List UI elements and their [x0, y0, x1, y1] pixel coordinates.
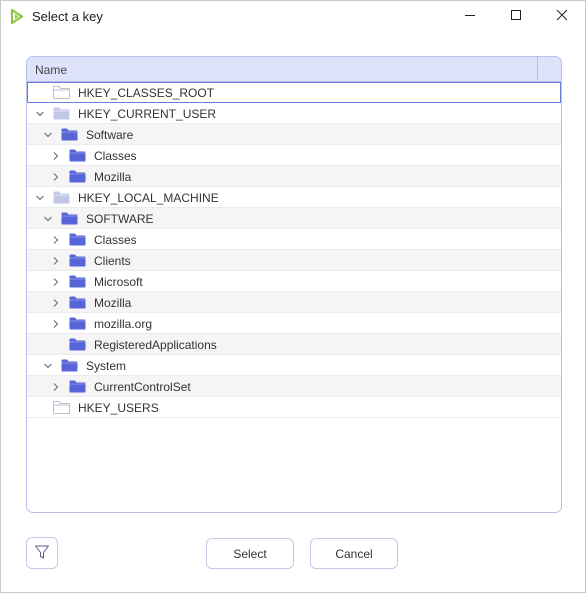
cancel-button[interactable]: Cancel [310, 538, 398, 569]
tree-row-label: Software [86, 128, 134, 142]
tree-row-label: Mozilla [94, 296, 132, 310]
maximize-icon [510, 9, 522, 24]
maximize-button[interactable] [493, 1, 539, 32]
tree-row-label: mozilla.org [94, 317, 153, 331]
select-button[interactable]: Select [206, 538, 294, 569]
chevron-down-icon[interactable] [35, 108, 45, 118]
tree-row[interactable]: HKEY_LOCAL_MACHINE [27, 187, 561, 208]
tree-row-label: HKEY_CURRENT_USER [78, 107, 217, 121]
folder-icon [69, 233, 86, 246]
folder-icon [69, 338, 86, 351]
tree-row[interactable]: Classes [27, 145, 561, 166]
tree-row-label: Classes [94, 233, 137, 247]
folder-icon [69, 170, 86, 183]
chevron-down-icon[interactable] [35, 192, 45, 202]
chevron-right-icon[interactable] [51, 318, 61, 328]
tree-row-label: RegisteredApplications [94, 338, 217, 352]
chevron-right-icon[interactable] [51, 276, 61, 286]
tree-row[interactable]: mozilla.org [27, 313, 561, 334]
tree-row[interactable]: SOFTWARE [27, 208, 561, 229]
folder-icon [69, 296, 86, 309]
tree-rows: HKEY_CLASSES_ROOT HKEY_CURRENT_USER Softwa… [27, 82, 561, 418]
tree-row-label: CurrentControlSet [94, 380, 191, 394]
app-logo-icon [10, 8, 24, 25]
dialog-window: Select a key Name HKEY_CLASSES_ROOT HKEY_… [0, 0, 586, 593]
folder-icon [53, 191, 70, 204]
minimize-icon [464, 9, 476, 24]
chevron-down-icon[interactable] [43, 129, 53, 139]
folder-icon [69, 275, 86, 288]
tree-row-label: System [86, 359, 127, 373]
minimize-button[interactable] [447, 1, 493, 32]
close-icon [556, 9, 568, 24]
folder-icon [69, 149, 86, 162]
tree-row[interactable]: HKEY_USERS [27, 397, 561, 418]
tree-row-label: HKEY_CLASSES_ROOT [78, 86, 215, 100]
folder-icon [61, 128, 78, 141]
tree-row[interactable]: Software [27, 124, 561, 145]
close-button[interactable] [539, 1, 585, 32]
tree-row-label: Microsoft [94, 275, 143, 289]
chevron-down-icon[interactable] [43, 213, 53, 223]
column-header-name[interactable]: Name [35, 63, 67, 77]
folder-icon [61, 212, 78, 225]
tree-row-label: HKEY_LOCAL_MACHINE [78, 191, 219, 205]
folder-icon [53, 401, 70, 414]
chevron-right-icon[interactable] [51, 381, 61, 391]
folder-icon [53, 86, 70, 99]
tree-row-label: Mozilla [94, 170, 132, 184]
chevron-right-icon[interactable] [51, 297, 61, 307]
chevron-right-icon[interactable] [51, 171, 61, 181]
chevron-right-icon[interactable] [51, 255, 61, 265]
column-separator[interactable] [537, 57, 538, 82]
tree-header: Name [27, 57, 561, 82]
chevron-right-icon[interactable] [51, 150, 61, 160]
tree-row-label: SOFTWARE [86, 212, 154, 226]
chevron-down-icon[interactable] [43, 360, 53, 370]
title-bar[interactable]: Select a key [1, 1, 585, 32]
tree-row[interactable]: HKEY_CLASSES_ROOT [27, 82, 561, 103]
tree-row[interactable]: HKEY_CURRENT_USER [27, 103, 561, 124]
tree-row[interactable]: CurrentControlSet [27, 376, 561, 397]
tree-row[interactable]: Mozilla [27, 166, 561, 187]
folder-icon [61, 359, 78, 372]
tree-row[interactable]: System [27, 355, 561, 376]
folder-icon [69, 317, 86, 330]
chevron-right-icon[interactable] [51, 234, 61, 244]
tree-row[interactable]: Microsoft [27, 271, 561, 292]
tree-row-label: HKEY_USERS [78, 401, 159, 415]
tree-row[interactable]: RegisteredApplications [27, 334, 561, 355]
folder-icon [53, 107, 70, 120]
folder-icon [69, 380, 86, 393]
tree-row[interactable]: Classes [27, 229, 561, 250]
tree-row[interactable]: Clients [27, 250, 561, 271]
filter-icon [34, 544, 50, 563]
tree-row[interactable]: Mozilla [27, 292, 561, 313]
window-title: Select a key [32, 9, 103, 24]
folder-icon [69, 254, 86, 267]
filter-button[interactable] [26, 537, 58, 569]
registry-tree[interactable]: Name HKEY_CLASSES_ROOT HKEY_CURRENT_USER S… [26, 56, 562, 513]
tree-row-label: Clients [94, 254, 131, 268]
tree-row-label: Classes [94, 149, 137, 163]
